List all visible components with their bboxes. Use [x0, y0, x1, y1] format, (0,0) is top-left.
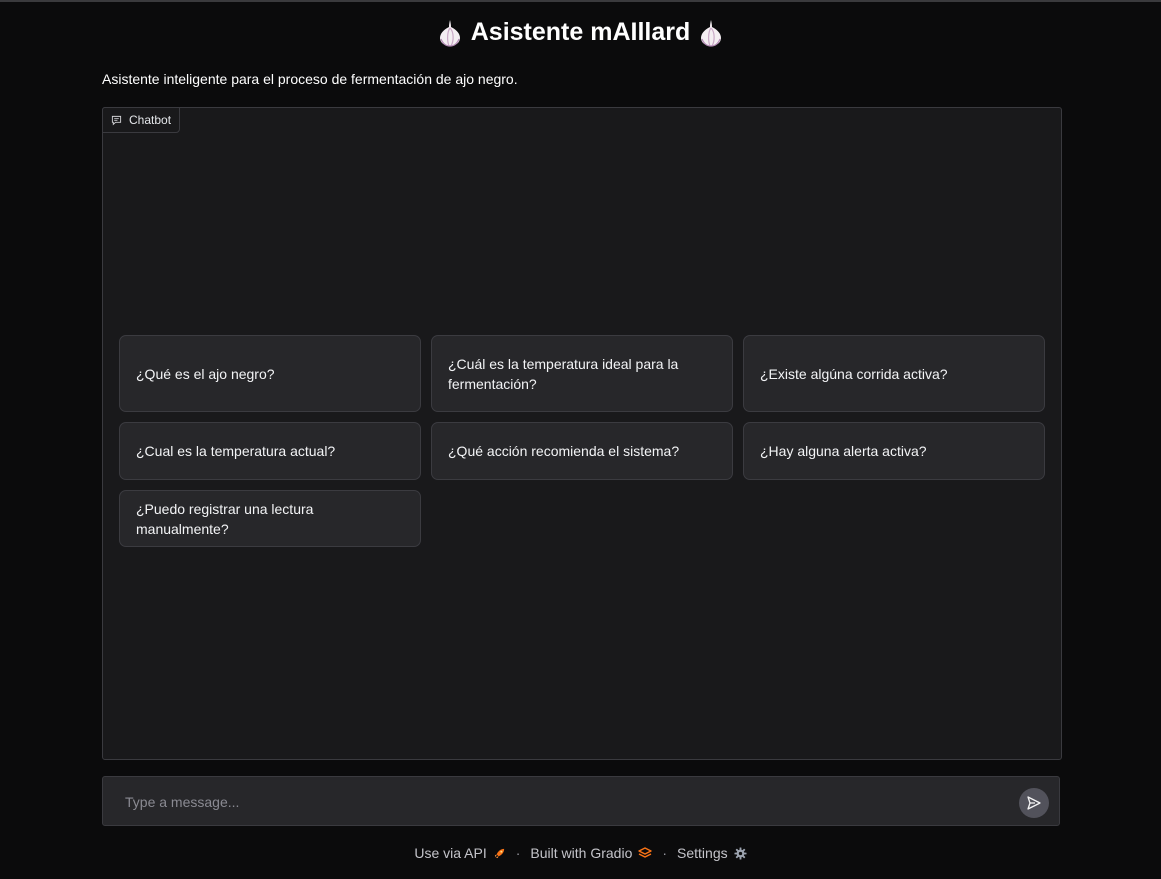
page-title: Asistente mAIllard — [0, 18, 1161, 47]
example-prompt[interactable]: ¿Qué acción recomienda el sistema? — [431, 422, 733, 480]
message-input[interactable] — [123, 777, 1007, 827]
footer-separator: · — [515, 845, 521, 861]
example-prompt[interactable]: ¿Puedo registrar una lectura manualmente… — [119, 490, 421, 547]
chat-bubble-icon — [111, 115, 122, 125]
example-prompt[interactable]: ¿Cual es la temperatura actual? — [119, 422, 421, 480]
use-via-api-link[interactable]: Use via API — [414, 845, 505, 861]
example-prompt[interactable]: ¿Hay alguna alerta activa? — [743, 422, 1045, 480]
example-prompt[interactable]: ¿Qué es el ajo negro? — [119, 335, 421, 412]
built-with-gradio-link[interactable]: Built with Gradio — [530, 845, 653, 861]
chatbot-panel[interactable]: Chatbot ¿Qué es el ajo negro? ¿Cuál es l… — [102, 107, 1062, 760]
top-border — [0, 0, 1161, 2]
page-title-text: Asistente mAIllard — [470, 18, 691, 46]
footer-separator: · — [662, 845, 668, 861]
example-prompt[interactable]: ¿Cuál es la temperatura ideal para la fe… — [431, 335, 733, 412]
rocket-icon — [494, 848, 504, 858]
gear-icon — [734, 846, 747, 860]
example-prompt[interactable]: ¿Existe algúna corrida activa? — [743, 335, 1045, 412]
send-button[interactable] — [1019, 788, 1049, 818]
settings-link[interactable]: Settings — [677, 845, 747, 861]
send-icon — [1027, 796, 1041, 810]
message-input-container — [102, 776, 1060, 827]
garlic-icon — [437, 19, 463, 47]
chatbot-label: Chatbot — [102, 107, 181, 133]
app-description: Asistente inteligente para el proceso de… — [102, 71, 518, 87]
chatbot-label-text: Chatbot — [129, 113, 172, 127]
footer: Use via API · Built with Gradio · Settin… — [0, 845, 1161, 861]
garlic-icon — [698, 19, 724, 47]
gradio-logo-icon — [638, 847, 653, 858]
